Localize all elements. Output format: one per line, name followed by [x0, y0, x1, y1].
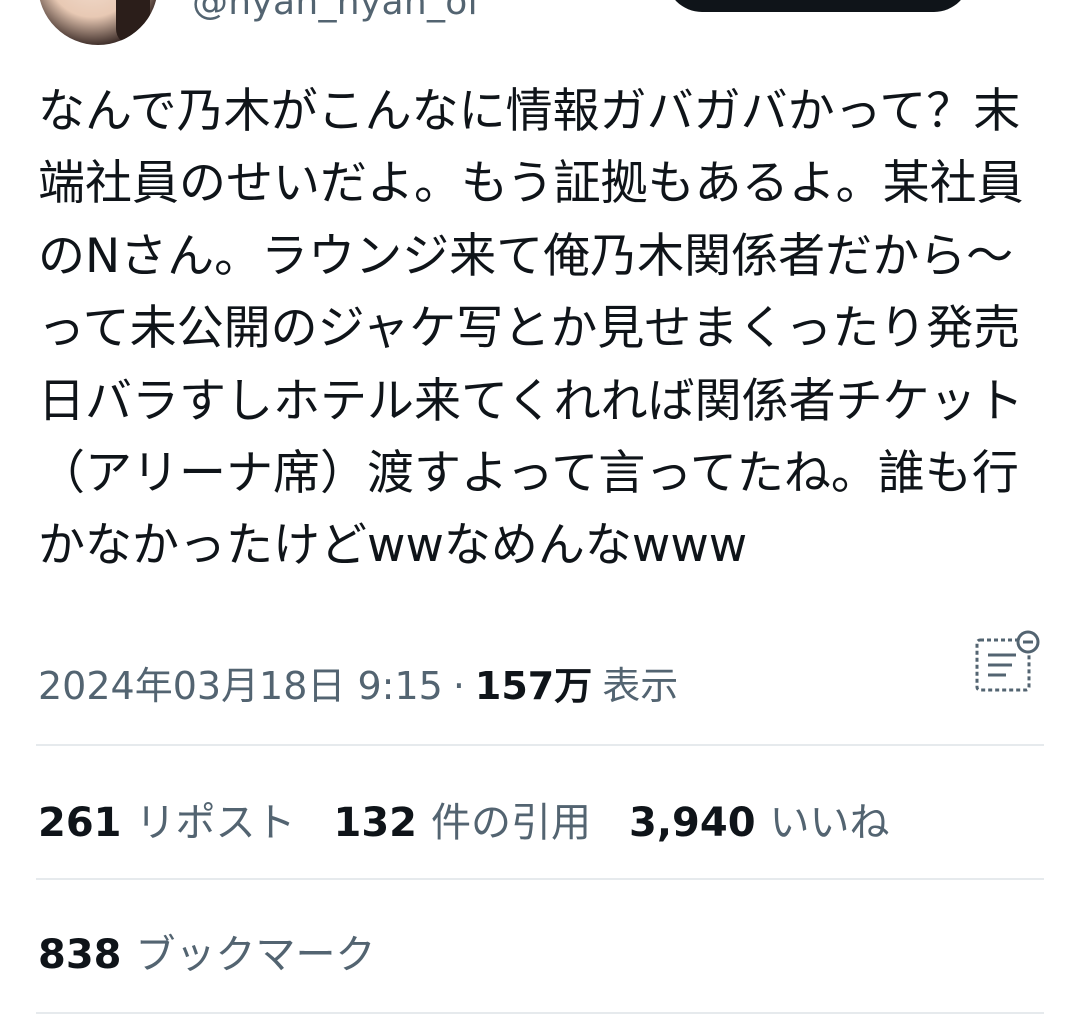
views-count: 157万 [474, 664, 593, 708]
meta-separator: · [452, 664, 465, 708]
tweet-meta: 2024年03月18日 9:15 · 157万 表示 [38, 655, 678, 710]
bookmarks-count: 838 [38, 932, 122, 978]
author-handle[interactable]: @nyan_nyan_ol [192, 0, 478, 23]
translate-icon[interactable] [972, 630, 1044, 696]
avatar[interactable] [38, 0, 158, 45]
reposts-label: リポスト [135, 800, 296, 846]
bookmarks-stat[interactable]: 838 ブックマーク [38, 922, 376, 980]
quotes-label: 件の引用 [431, 800, 591, 846]
divider [36, 878, 1044, 880]
divider [36, 744, 1044, 746]
bookmarks-label: ブックマーク [135, 932, 376, 978]
reposts-count: 261 [38, 800, 122, 846]
divider [36, 1012, 1044, 1014]
engagement-stats: 261 リポスト 132 件の引用 3,940 いいね [38, 790, 928, 848]
reposts-stat[interactable]: 261 リポスト [38, 790, 296, 848]
quotes-count: 132 [333, 800, 418, 846]
likes-label: いいね [769, 800, 890, 846]
likes-stat[interactable]: 3,940 いいね [629, 790, 890, 848]
avatar-hair [116, 0, 150, 45]
likes-count: 3,940 [629, 800, 756, 846]
follow-button[interactable] [666, 0, 970, 12]
tweet-timestamp[interactable]: 2024年03月18日 9:15 [38, 655, 443, 710]
views-label: 表示 [602, 664, 679, 708]
quotes-stat[interactable]: 132 件の引用 [334, 790, 592, 848]
tweet-text: なんで乃木がこんなに情報ガバガバかって？末端社員のせいだよ。もう証拠もあるよ。某… [38, 84, 1024, 574]
